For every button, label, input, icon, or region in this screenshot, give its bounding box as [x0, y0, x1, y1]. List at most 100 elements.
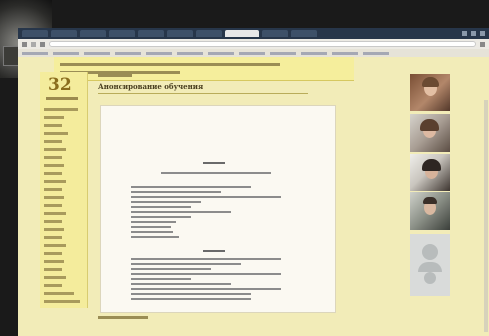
back-icon[interactable] [22, 41, 27, 47]
sidebar-item[interactable] [44, 164, 64, 167]
sidebar-item[interactable] [44, 196, 64, 199]
bookmark-item[interactable] [301, 51, 327, 55]
participant-video[interactable] [410, 154, 450, 191]
minimize-icon[interactable] [462, 31, 467, 36]
doc-line [131, 258, 281, 260]
tab-bar [18, 28, 489, 39]
sidebar-item[interactable] [44, 124, 62, 127]
bookmark-item[interactable] [239, 51, 265, 55]
sidebar-item[interactable] [44, 116, 64, 119]
sidebar-item[interactable] [44, 260, 64, 263]
sidebar-item[interactable] [44, 108, 78, 111]
tab-7[interactable] [196, 30, 222, 37]
doc-line [131, 268, 211, 270]
sidebar-item[interactable] [44, 284, 62, 287]
doc-line [131, 186, 251, 188]
tab-10[interactable] [291, 30, 317, 37]
bookmark-item[interactable] [146, 51, 172, 55]
footer-link[interactable] [98, 316, 148, 319]
doc-line [131, 273, 281, 275]
sidebar-item[interactable] [44, 188, 62, 191]
participant-video[interactable] [410, 192, 450, 230]
sidebar-item[interactable] [44, 156, 62, 159]
bookmark-item[interactable] [363, 51, 389, 55]
video-call-panel [410, 74, 450, 296]
doc-line [131, 288, 281, 290]
sidebar-item[interactable] [44, 140, 62, 143]
doc-heading [203, 162, 225, 164]
bookmark-item[interactable] [332, 51, 358, 55]
sidebar-item[interactable] [44, 292, 74, 295]
sidebar: 32 [40, 72, 88, 308]
doc-line [131, 216, 191, 218]
sidebar-item[interactable] [44, 204, 62, 207]
doc-line [131, 236, 179, 238]
participant-hair [423, 197, 437, 204]
site-header [54, 57, 354, 81]
tab-3[interactable] [80, 30, 106, 37]
person-icon [422, 244, 438, 260]
sidebar-item[interactable] [44, 276, 66, 279]
breadcrumb[interactable] [98, 74, 132, 77]
tab-2[interactable] [51, 30, 77, 37]
participant-video-off[interactable] [410, 234, 450, 296]
sidebar-item[interactable] [44, 220, 62, 223]
participant-hair [422, 77, 439, 87]
sidebar-item[interactable] [44, 252, 62, 255]
doc-line [161, 172, 271, 174]
forward-icon[interactable] [31, 41, 36, 47]
bookmark-item[interactable] [270, 51, 296, 55]
doc-line [131, 263, 241, 265]
person-icon-body [418, 262, 442, 272]
doc-line [131, 211, 231, 213]
bookmark-item[interactable] [177, 51, 203, 55]
tab-5[interactable] [138, 30, 164, 37]
bookmark-item[interactable] [22, 51, 48, 55]
tab-6[interactable] [167, 30, 193, 37]
bookmark-item[interactable] [84, 51, 110, 55]
tab-4[interactable] [109, 30, 135, 37]
day-subtitle [46, 97, 78, 100]
title-divider [98, 93, 308, 94]
sidebar-item[interactable] [44, 228, 64, 231]
site-nav-links[interactable] [60, 63, 280, 66]
doc-line [131, 221, 176, 223]
doc-heading [203, 250, 225, 252]
close-icon[interactable] [480, 31, 485, 36]
doc-line [131, 293, 251, 295]
sidebar-item[interactable] [44, 180, 66, 183]
sidebar-item[interactable] [44, 212, 66, 215]
window-controls [462, 31, 485, 36]
doc-line [131, 231, 173, 233]
page-scrollbar[interactable] [484, 100, 488, 332]
doc-line [131, 191, 221, 193]
bookmark-item[interactable] [208, 51, 234, 55]
extensions-icon[interactable] [480, 41, 485, 47]
sidebar-item[interactable] [44, 300, 80, 303]
tab-9[interactable] [262, 30, 288, 37]
reload-icon[interactable] [40, 41, 45, 47]
sidebar-item[interactable] [44, 268, 62, 271]
tab-active[interactable] [225, 30, 259, 37]
page-title: Анонсирование обучения [98, 82, 204, 91]
sidebar-item[interactable] [44, 172, 62, 175]
sidebar-item[interactable] [44, 244, 66, 247]
person-icon [424, 272, 436, 284]
participant-hair [420, 119, 439, 131]
bookmark-item[interactable] [53, 51, 79, 55]
bookmarks-bar [18, 49, 489, 57]
participant-video[interactable] [410, 74, 450, 111]
sidebar-item[interactable] [44, 132, 68, 135]
sidebar-item[interactable] [44, 148, 66, 151]
day-number: 32 [48, 75, 72, 95]
document-preview [100, 105, 336, 313]
sidebar-item[interactable] [44, 236, 62, 239]
participant-video[interactable] [410, 114, 450, 152]
bookmark-item[interactable] [115, 51, 141, 55]
doc-line [131, 196, 281, 198]
participant-hair [422, 159, 441, 171]
url-input[interactable] [49, 41, 476, 47]
maximize-icon[interactable] [471, 31, 476, 36]
tab-1[interactable] [22, 30, 48, 37]
doc-line [131, 206, 191, 208]
